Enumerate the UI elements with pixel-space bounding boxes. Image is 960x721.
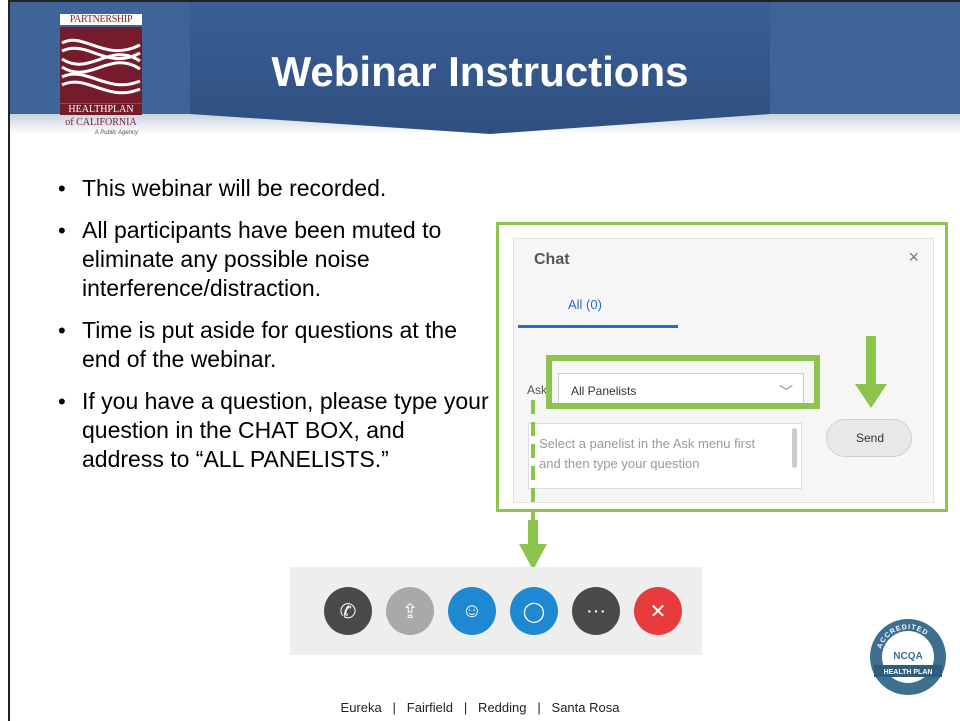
close-icon: ✕ — [649, 600, 667, 623]
ncqa-badge-icon: ACCREDITED NCQA HEALTH PLAN — [870, 619, 946, 695]
leave-button[interactable]: ✕ — [634, 587, 682, 635]
chat-header: Chat × — [514, 239, 933, 279]
more-icon: ··· — [586, 599, 606, 622]
more-button[interactable]: ··· — [572, 587, 620, 635]
page-title: Webinar Instructions — [271, 48, 689, 95]
logo-tagline: A Public Agency — [94, 130, 138, 136]
tab-all[interactable]: All (0) — [568, 297, 602, 312]
message-placeholder: Select a panelist in the Ask menu first … — [539, 436, 756, 471]
list-item: Time is put aside for questions at the e… — [56, 316, 486, 374]
share-icon: ⇪ — [401, 600, 419, 623]
title-banner: Webinar Instructions — [190, 2, 770, 134]
logo-text-california: of CALIFORNIA — [65, 117, 137, 128]
ncqa-band-text: HEALTH PLAN — [884, 669, 933, 676]
message-scrollbar[interactable] — [792, 428, 797, 468]
chat-button[interactable]: ◯ — [510, 587, 558, 635]
meeting-toolbar: ✆ ⇪ ☺ ◯ ··· ✕ — [290, 567, 702, 655]
list-item: All participants have been muted to elim… — [56, 216, 496, 303]
participants-icon: ☺ — [461, 599, 483, 622]
message-input[interactable]: Select a panelist in the Ask menu first … — [528, 423, 802, 489]
logo-text-healthplan: HEALTHPLAN — [60, 104, 142, 115]
logo-mark-icon — [60, 27, 142, 103]
logo-text-top: PARTNERSHIP — [60, 14, 142, 25]
tab-underline — [518, 325, 678, 328]
chat-connector-icon — [519, 400, 547, 570]
ncqa-label: NCQA — [893, 651, 922, 662]
share-button[interactable]: ⇪ — [386, 587, 434, 635]
list-item: If you have a question, please type your… — [56, 387, 492, 474]
send-label: Send — [855, 431, 885, 445]
ask-select-highlight — [546, 355, 820, 409]
list-item: This webinar will be recorded. — [56, 174, 486, 203]
chat-title: Chat — [534, 251, 570, 268]
phone-button[interactable]: ✆ — [324, 587, 372, 635]
send-arrow-icon — [855, 336, 887, 408]
footer-locations: Eureka | Fairfield | Redding | Santa Ros… — [340, 700, 620, 715]
phone-icon: ✆ — [339, 600, 357, 623]
participants-button[interactable]: ☺ — [448, 587, 496, 635]
partnership-logo: PARTNERSHIP HEALTHPLAN of CALIFORNIA A P… — [60, 14, 142, 142]
chat-bubble-icon: ◯ — [522, 600, 546, 623]
send-button[interactable]: Send — [826, 419, 912, 457]
instruction-list: This webinar will be recorded. All parti… — [56, 174, 506, 487]
close-icon[interactable]: × — [908, 247, 919, 268]
